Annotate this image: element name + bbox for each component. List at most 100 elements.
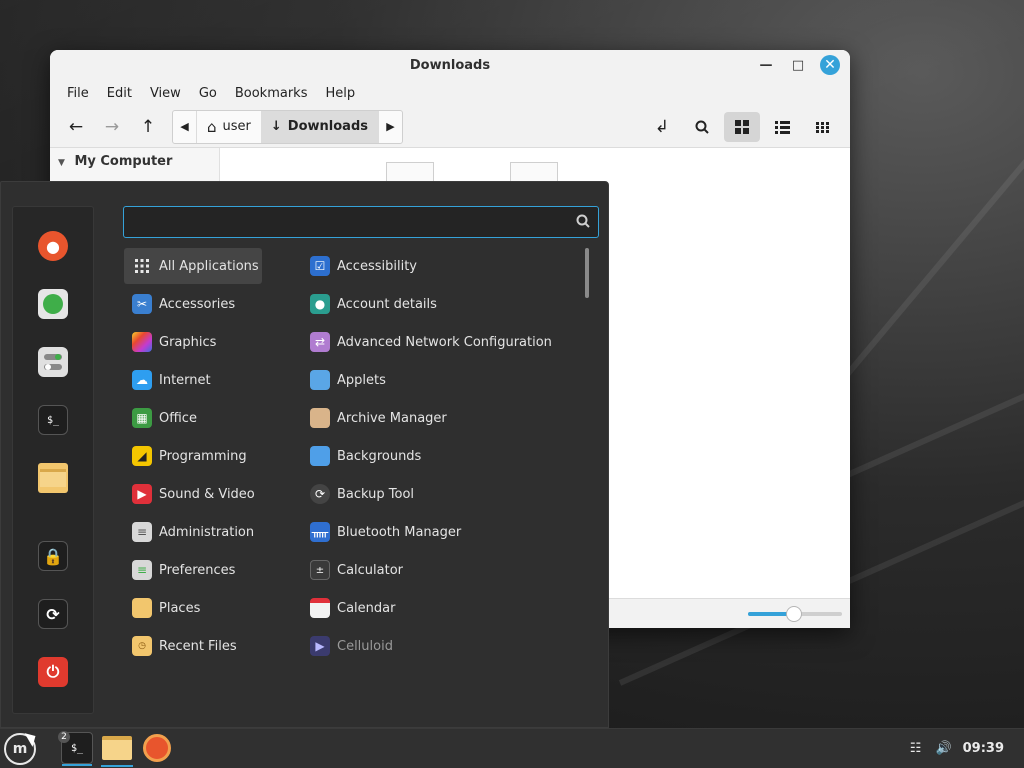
window-titlebar[interactable]: Downloads — □ ✕ (50, 50, 850, 80)
active-indicator (62, 764, 92, 766)
taskbar-files[interactable] (101, 732, 133, 767)
compact-view-icon (815, 121, 829, 133)
maximize-button[interactable]: □ (788, 55, 808, 75)
applets-icon (310, 370, 330, 390)
app-celluloid[interactable]: ▶ Celluloid (302, 628, 393, 664)
application-menu: ● $_ 🔒 ⟳ ⏻ All Applications ✂ Accessorie… (0, 181, 609, 728)
account-icon: ● (310, 294, 330, 314)
favorite-firefox[interactable]: ● (38, 231, 68, 261)
firefox-icon (143, 734, 171, 762)
lock-icon: 🔒 (43, 546, 63, 566)
terminal-icon: $_ (46, 414, 60, 426)
app-calculator[interactable]: ± Calculator (302, 552, 403, 588)
calendar-icon (310, 598, 330, 618)
favorite-lock-screen[interactable]: 🔒 (38, 541, 68, 571)
toggle-location-button[interactable]: ↲ (644, 112, 680, 142)
terminal-icon: $_ (70, 742, 84, 754)
menu-help[interactable]: Help (316, 86, 364, 101)
network-icon: ⇄ (310, 332, 330, 352)
category-internet[interactable]: ☁ Internet (124, 362, 211, 398)
bluetooth-icon: ᚅ (310, 522, 330, 542)
search-button[interactable] (684, 112, 720, 142)
close-button[interactable]: ✕ (820, 55, 840, 75)
category-graphics[interactable]: Graphics (124, 324, 216, 360)
menu-file[interactable]: File (58, 86, 98, 101)
system-tray: ☷ 🔊 09:39 (907, 739, 1004, 757)
app-backup-tool[interactable]: ⟳ Backup Tool (302, 476, 414, 512)
app-bluetooth-manager[interactable]: ᚅ Bluetooth Manager (302, 514, 461, 550)
firefox-icon: ● (46, 236, 60, 256)
favorites-panel: ● $_ 🔒 ⟳ ⏻ (12, 206, 94, 714)
favorite-terminal[interactable]: $_ (38, 405, 68, 435)
network-icon[interactable]: ☷ (907, 739, 925, 757)
breadcrumb-user[interactable]: ⌂ user (197, 111, 261, 143)
back-button[interactable]: ← (58, 112, 94, 142)
list-view-icon (774, 120, 790, 134)
category-preferences[interactable]: ≡ Preferences (124, 552, 235, 588)
folder-icon (102, 736, 132, 760)
app-archive-manager[interactable]: Archive Manager (302, 400, 447, 436)
app-account-details[interactable]: ● Account details (302, 286, 437, 322)
scissors-icon: ✂ (132, 294, 152, 314)
chevron-down-icon: ▼ (58, 158, 65, 168)
favorite-shutdown[interactable]: ⏻ (38, 657, 68, 687)
breadcrumb-scroll-left[interactable]: ◀ (173, 110, 197, 143)
favorite-settings[interactable] (38, 347, 68, 377)
up-button[interactable]: ↑ (130, 112, 166, 142)
sidebar-section-header[interactable]: ▼ My Computer (50, 148, 219, 175)
menu-scrollbar[interactable] (585, 248, 589, 298)
mint-logo-icon: m (12, 741, 28, 757)
backup-icon: ⟳ (310, 484, 330, 504)
cloud-icon: ☁ (132, 370, 152, 390)
arrow-up-icon: ↑ (140, 116, 156, 137)
zoom-slider-handle[interactable] (786, 606, 802, 622)
breadcrumb-downloads[interactable]: ↓ Downloads (260, 110, 378, 143)
app-calendar[interactable]: Calendar (302, 590, 395, 626)
recent-folder-icon: ◷ (132, 636, 152, 656)
icon-view-button[interactable] (724, 112, 760, 142)
volume-icon[interactable]: 🔊 (935, 739, 953, 757)
search-input[interactable] (124, 207, 564, 237)
app-accessibility[interactable]: ☑ Accessibility (302, 248, 417, 284)
calculator-icon: ± (310, 560, 330, 580)
category-recent-files[interactable]: ◷ Recent Files (124, 628, 237, 664)
backgrounds-icon (310, 446, 330, 466)
menu-go[interactable]: Go (190, 86, 226, 101)
menu-search[interactable] (123, 206, 599, 238)
menu-view[interactable]: View (141, 86, 190, 101)
favorite-logout[interactable]: ⟳ (38, 599, 68, 629)
category-administration[interactable]: ≡ Administration (124, 514, 254, 550)
zoom-slider[interactable] (748, 606, 842, 622)
taskbar-firefox[interactable] (141, 732, 173, 764)
menu-bookmarks[interactable]: Bookmarks (226, 86, 317, 101)
breadcrumb: ◀ ⌂ user ↓ Downloads ▶ (172, 109, 403, 144)
grid-icon (132, 256, 152, 276)
accessibility-icon: ☑ (310, 256, 330, 276)
category-sound-video[interactable]: ▶ Sound & Video (124, 476, 255, 512)
category-programming[interactable]: ◢ Programming (124, 438, 247, 474)
favorite-software-manager[interactable] (38, 289, 68, 319)
window-count-badge: 2 (58, 731, 70, 743)
breadcrumb-scroll-right[interactable]: ▶ (378, 110, 402, 143)
minimize-button[interactable]: — (756, 55, 776, 75)
office-icon: ▦ (132, 408, 152, 428)
toggle-icon: ≡ (132, 560, 152, 580)
category-places[interactable]: Places (124, 590, 200, 626)
app-applets[interactable]: Applets (302, 362, 386, 398)
taskbar-terminal[interactable]: 2 $_ (58, 731, 93, 766)
category-accessories[interactable]: ✂ Accessories (124, 286, 235, 322)
favorite-files[interactable] (38, 463, 68, 493)
list-view-button[interactable] (764, 112, 800, 142)
toggle-icon: ≡ (132, 522, 152, 542)
category-office[interactable]: ▦ Office (124, 400, 197, 436)
home-icon: ⌂ (207, 117, 217, 136)
app-backgrounds[interactable]: Backgrounds (302, 438, 421, 474)
menu-edit[interactable]: Edit (98, 86, 141, 101)
category-all-applications[interactable]: All Applications (124, 248, 262, 284)
forward-button[interactable]: → (94, 112, 130, 142)
compact-view-button[interactable] (804, 112, 840, 142)
app-advanced-network-configuration[interactable]: ⇄ Advanced Network Configuration (302, 324, 552, 360)
power-icon: ⏻ (46, 662, 60, 681)
play-icon: ▶ (132, 484, 152, 504)
clock[interactable]: 09:39 (963, 741, 1004, 756)
